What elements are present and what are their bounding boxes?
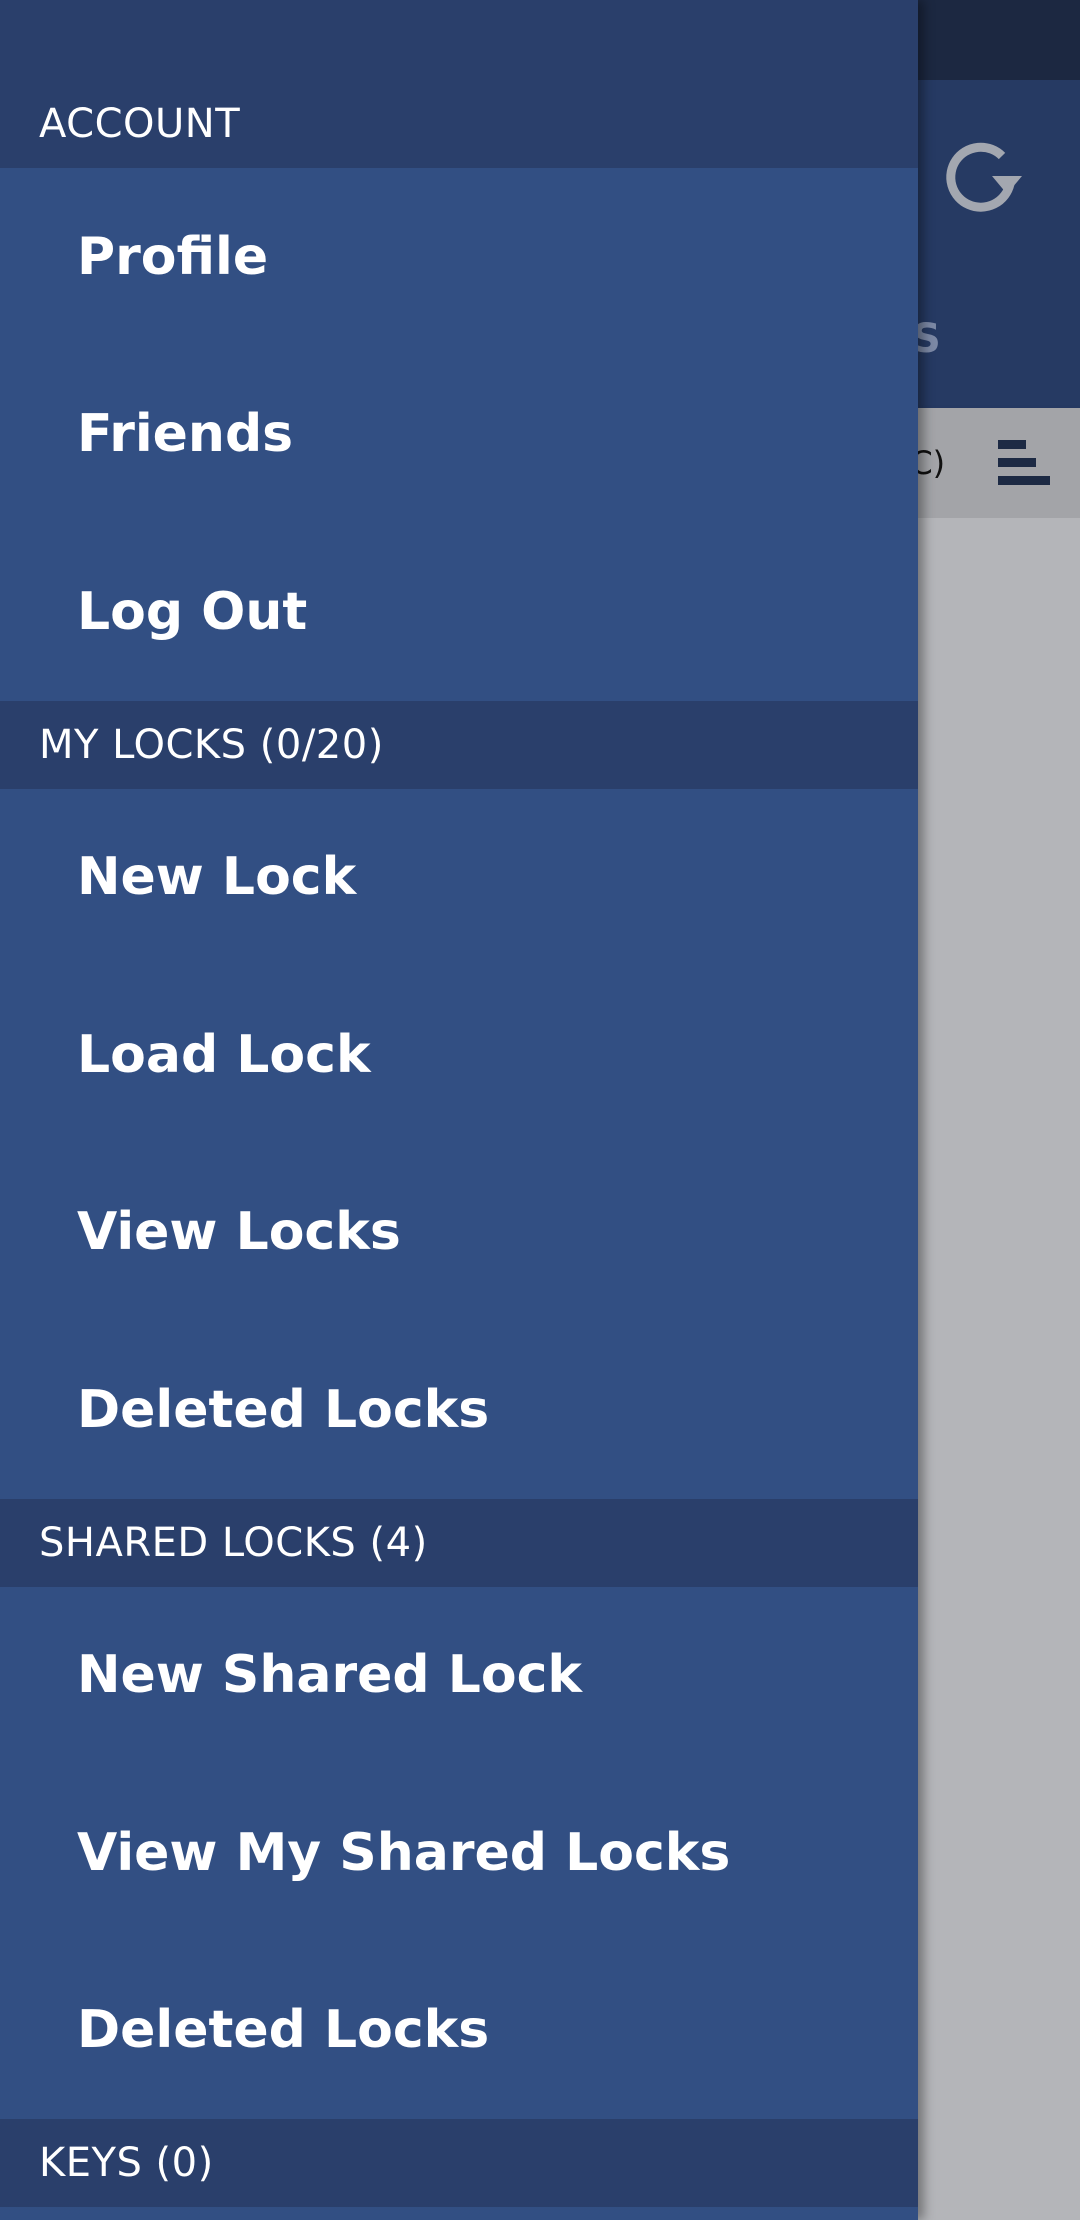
- menu-item-view-my-shared-locks[interactable]: View My Shared Locks: [0, 1764, 918, 1942]
- menu-item-deleted-locks[interactable]: Deleted Locks: [0, 1321, 918, 1499]
- menu-item-new-lock[interactable]: New Lock: [0, 788, 918, 966]
- sort-icon[interactable]: [996, 436, 1052, 492]
- menu-item-deleted-shared-locks[interactable]: Deleted Locks: [0, 1941, 918, 2119]
- menu-item-load-lock[interactable]: Load Lock: [0, 966, 918, 1144]
- screen: KS SC) ACCOUNT Profile Friends Log Out M…: [0, 0, 1080, 2220]
- section-header-account: ACCOUNT: [0, 80, 918, 168]
- refresh-icon[interactable]: [940, 136, 1024, 220]
- drawer-top-spacer: [0, 0, 918, 80]
- navigation-drawer: ACCOUNT Profile Friends Log Out MY LOCKS…: [0, 0, 918, 2220]
- section-header-keys: KEYS (0): [0, 2119, 918, 2207]
- menu-item-new-shared-lock[interactable]: New Shared Lock: [0, 1586, 918, 1764]
- menu-item-view-locks[interactable]: View Locks: [0, 1143, 918, 1321]
- menu-item-profile[interactable]: Profile: [0, 168, 918, 346]
- menu-item-log-out[interactable]: Log Out: [0, 523, 918, 701]
- section-header-my-locks: MY LOCKS (0/20): [0, 700, 918, 789]
- section-header-shared-locks: SHARED LOCKS (4): [0, 1498, 918, 1587]
- menu-item-friends[interactable]: Friends: [0, 345, 918, 523]
